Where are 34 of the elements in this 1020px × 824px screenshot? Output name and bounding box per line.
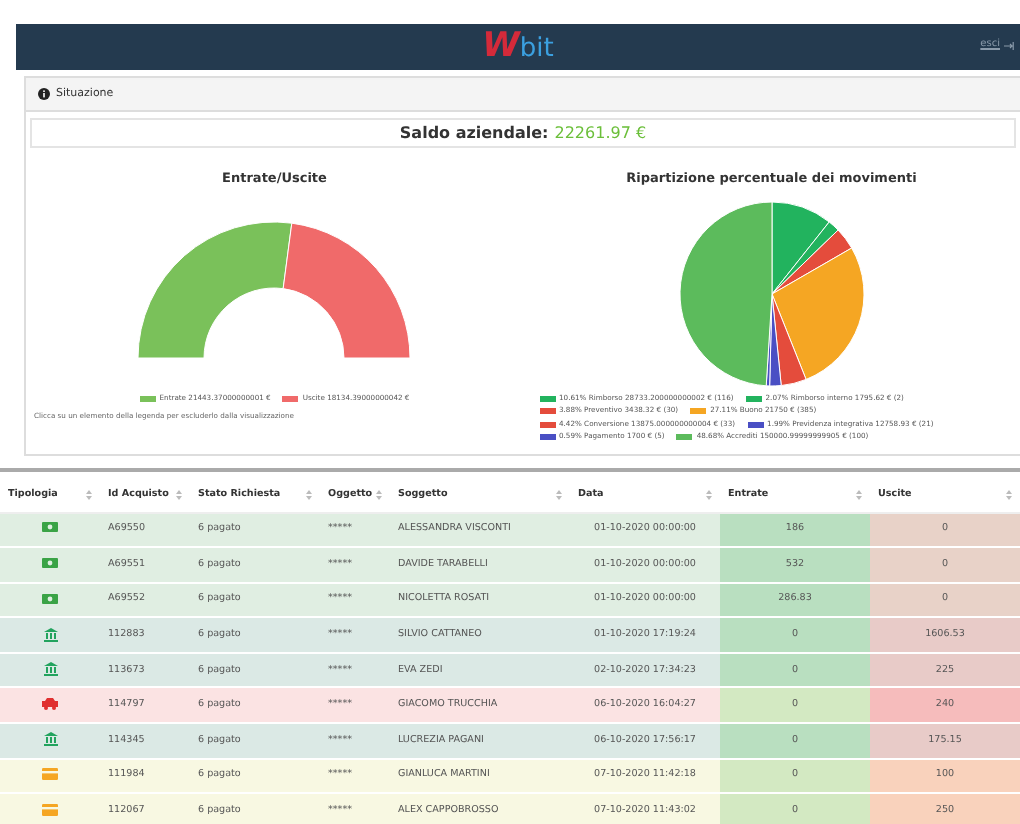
legend-swatch: [539, 434, 555, 441]
legend-swatch: [139, 395, 156, 402]
sort-icon: [856, 490, 862, 501]
car-icon: [42, 698, 58, 711]
logout-icon: [1004, 41, 1014, 50]
bank-icon: [43, 662, 57, 677]
balance-value: 22261.97 €: [554, 121, 647, 145]
donut-segment: [283, 222, 411, 358]
credit-card-icon: [42, 803, 58, 816]
banknote-icon: [42, 593, 58, 604]
sort-icon: [1006, 490, 1012, 501]
bank-icon: [43, 627, 57, 642]
legend-swatch: [539, 395, 555, 402]
credit-card-icon: [42, 768, 58, 781]
legend-swatch: [539, 408, 555, 415]
logo-text: bit: [519, 36, 554, 62]
sort-icon: [86, 490, 92, 501]
legend-swatch: [745, 395, 762, 402]
sort-icon: [376, 490, 382, 501]
logo-mark: W: [482, 30, 520, 64]
legend-swatch: [747, 421, 764, 428]
info-icon: [38, 88, 50, 100]
sort-icon: [706, 490, 712, 501]
banknote-icon: [42, 522, 58, 533]
legend-swatch: [282, 395, 299, 402]
legend-swatch: [690, 408, 707, 415]
bank-icon: [43, 732, 57, 747]
sort-icon: [306, 490, 312, 501]
legend-swatch: [539, 421, 555, 428]
sort-icon: [556, 490, 562, 501]
banknote-icon: [42, 557, 58, 568]
balance-label: Saldo aziendale:: [399, 121, 549, 145]
legend-swatch: [676, 434, 693, 441]
sort-icon: [176, 490, 182, 501]
